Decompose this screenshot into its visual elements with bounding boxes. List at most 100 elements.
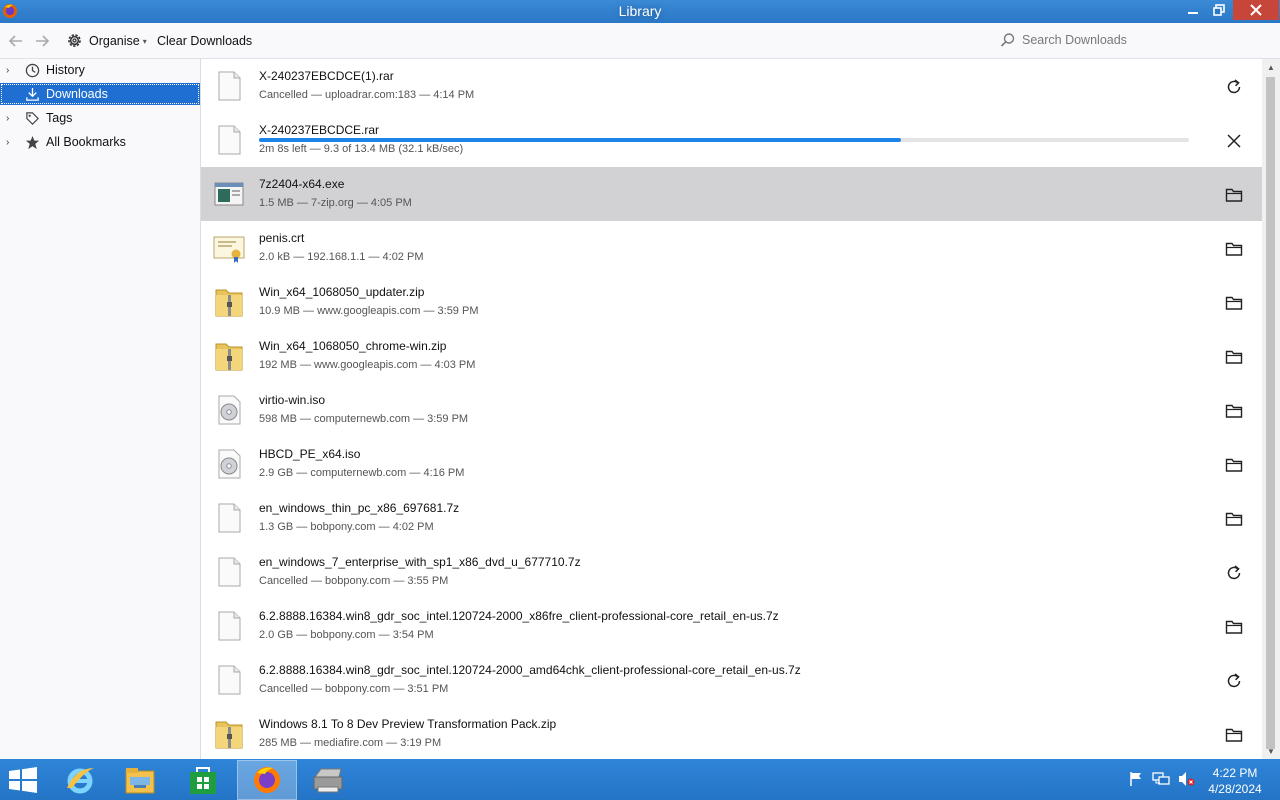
folder-button[interactable] bbox=[1223, 454, 1245, 476]
taskbar: 4:22 PM 4/28/2024 bbox=[0, 759, 1280, 800]
download-row[interactable]: Win_x64_1068050_chrome-win.zip 192 MB — w… bbox=[201, 329, 1262, 383]
download-status: Cancelled — bobpony.com — 3:55 PM bbox=[259, 575, 449, 587]
download-filename: X-240237EBCDCE.rar bbox=[259, 123, 380, 137]
folder-button[interactable] bbox=[1223, 184, 1245, 206]
file-explorer-icon bbox=[125, 768, 155, 794]
cancel-button[interactable] bbox=[1223, 130, 1245, 152]
sidebar-item-label: History bbox=[46, 63, 85, 77]
clock-date: 4/28/2024 bbox=[1208, 782, 1262, 796]
folder-icon bbox=[1225, 619, 1243, 635]
download-row[interactable]: en_windows_7_enterprise_with_sp1_x86_dvd… bbox=[201, 545, 1262, 599]
folder-button[interactable] bbox=[1223, 292, 1245, 314]
minimize-icon bbox=[1188, 12, 1198, 14]
maximize-button[interactable] bbox=[1206, 0, 1232, 20]
forward-button[interactable] bbox=[34, 23, 52, 58]
search-downloads-field[interactable]: Search Downloads bbox=[1000, 28, 1270, 52]
expand-arrow-icon[interactable]: › bbox=[6, 137, 18, 148]
retry-icon bbox=[1226, 673, 1242, 689]
download-row[interactable]: Windows 8.1 To 8 Dev Preview Transformat… bbox=[201, 707, 1262, 759]
download-filename: penis.crt bbox=[259, 231, 305, 245]
retry-button[interactable] bbox=[1223, 562, 1245, 584]
search-placeholder: Search Downloads bbox=[1022, 33, 1127, 47]
download-filename: Windows 8.1 To 8 Dev Preview Transformat… bbox=[259, 717, 557, 731]
sidebar-item-all-bookmarks[interactable]: › All Bookmarks bbox=[0, 131, 200, 153]
taskbar-printer-scanner[interactable] bbox=[298, 760, 358, 800]
download-row[interactable]: 6.2.8888.16384.win8_gdr_soc_intel.120724… bbox=[201, 653, 1262, 707]
download-row[interactable]: Win_x64_1068050_updater.zip 10.9 MB — www… bbox=[201, 275, 1262, 329]
expand-arrow-icon[interactable]: › bbox=[6, 113, 18, 124]
network-icon[interactable] bbox=[1152, 771, 1170, 787]
sidebar-item-label: Tags bbox=[46, 111, 73, 125]
taskbar-file-explorer[interactable] bbox=[110, 760, 170, 800]
generic-file-icon bbox=[213, 556, 245, 588]
sidebar-item-tags[interactable]: › Tags bbox=[0, 107, 200, 129]
gear-icon bbox=[68, 34, 81, 47]
generic-file-icon bbox=[213, 610, 245, 642]
download-row[interactable]: penis.crt 2.0 kB — 192.168.1.1 — 4:02 PM bbox=[201, 221, 1262, 275]
folder-button[interactable] bbox=[1223, 346, 1245, 368]
download-status: 192 MB — www.googleapis.com — 4:03 PM bbox=[259, 359, 476, 371]
download-filename: en_windows_thin_pc_x86_697681.7z bbox=[259, 501, 460, 515]
close-button[interactable] bbox=[1233, 0, 1279, 20]
library-sidebar: › History Downloads › Tags › All Bookmar… bbox=[0, 59, 201, 759]
search-icon bbox=[1000, 33, 1015, 47]
scroll-down-icon[interactable]: ▼ bbox=[1262, 743, 1280, 759]
download-row[interactable]: virtio-win.iso 598 MB — computernewb.com … bbox=[201, 383, 1262, 437]
download-status: 2m 8s left — 9.3 of 13.4 MB (32.1 kB/sec… bbox=[259, 143, 464, 155]
folder-button[interactable] bbox=[1223, 724, 1245, 746]
sidebar-item-downloads[interactable]: Downloads bbox=[0, 83, 200, 105]
download-row[interactable]: 6.2.8888.16384.win8_gdr_soc_intel.120724… bbox=[201, 599, 1262, 653]
minimize-button[interactable] bbox=[1180, 0, 1206, 20]
download-row[interactable]: X-240237EBCDCE(1).rar Cancelled — uploadr… bbox=[201, 59, 1262, 113]
folder-icon bbox=[1225, 241, 1243, 257]
disc-image-icon bbox=[213, 394, 245, 426]
system-tray bbox=[1128, 771, 1196, 787]
maximize-icon bbox=[1213, 4, 1225, 16]
windows-start-icon[interactable] bbox=[8, 767, 38, 793]
firefox-icon bbox=[254, 767, 280, 793]
zip-folder-icon bbox=[213, 340, 245, 372]
download-row[interactable]: 7z2404-x64.exe 1.5 MB — 7-zip.org — 4:05 … bbox=[201, 167, 1262, 221]
download-status: 2.0 kB — 192.168.1.1 — 4:02 PM bbox=[259, 251, 424, 263]
window-title: Library bbox=[618, 3, 662, 19]
close-icon bbox=[1250, 4, 1262, 16]
generic-file-icon bbox=[213, 124, 245, 156]
back-arrow-icon bbox=[8, 34, 22, 47]
download-status: 598 MB — computernewb.com — 3:59 PM bbox=[259, 413, 469, 425]
taskbar-firefox[interactable] bbox=[237, 760, 297, 800]
download-progress-bar bbox=[259, 138, 1189, 142]
download-filename: virtio-win.iso bbox=[259, 393, 326, 407]
download-icon bbox=[24, 86, 40, 102]
toolbar: Organise ▾ Clear Downloads Search Downlo… bbox=[0, 23, 1280, 59]
clock-icon bbox=[24, 62, 40, 78]
folder-icon bbox=[1225, 295, 1243, 311]
scroll-up-icon[interactable]: ▲ bbox=[1262, 59, 1280, 75]
expand-arrow-icon[interactable]: › bbox=[6, 65, 18, 76]
sidebar-item-history[interactable]: › History bbox=[0, 59, 200, 81]
download-row[interactable]: en_windows_thin_pc_x86_697681.7z 1.3 GB —… bbox=[201, 491, 1262, 545]
download-filename: Win_x64_1068050_updater.zip bbox=[259, 285, 425, 299]
download-status: 285 MB — mediafire.com — 3:19 PM bbox=[259, 737, 442, 749]
folder-button[interactable] bbox=[1223, 400, 1245, 422]
folder-icon bbox=[1225, 403, 1243, 419]
retry-button[interactable] bbox=[1223, 76, 1245, 98]
folder-button[interactable] bbox=[1223, 238, 1245, 260]
taskbar-internet-explorer[interactable] bbox=[50, 760, 110, 800]
retry-button[interactable] bbox=[1223, 670, 1245, 692]
folder-icon bbox=[1225, 727, 1243, 743]
clear-downloads-button[interactable]: Clear Downloads bbox=[157, 23, 252, 58]
action-center-flag-icon[interactable] bbox=[1128, 771, 1144, 787]
organise-menu-button[interactable]: Organise ▾ bbox=[66, 23, 147, 58]
zip-folder-icon bbox=[213, 286, 245, 318]
folder-button[interactable] bbox=[1223, 616, 1245, 638]
folder-button[interactable] bbox=[1223, 508, 1245, 530]
back-button[interactable] bbox=[8, 23, 26, 58]
store-icon bbox=[190, 767, 216, 794]
taskbar-store[interactable] bbox=[173, 760, 233, 800]
downloads-scrollbar[interactable]: ▲ ▼ bbox=[1262, 59, 1280, 759]
downloads-list[interactable]: X-240237EBCDCE(1).rar Cancelled — uploadr… bbox=[201, 59, 1262, 759]
scrollbar-thumb[interactable] bbox=[1266, 77, 1275, 749]
download-row[interactable]: HBCD_PE_x64.iso 2.9 GB — computernewb.com… bbox=[201, 437, 1262, 491]
volume-muted-icon[interactable] bbox=[1178, 771, 1196, 787]
taskbar-clock[interactable]: 4:22 PM 4/28/2024 bbox=[1200, 765, 1270, 797]
